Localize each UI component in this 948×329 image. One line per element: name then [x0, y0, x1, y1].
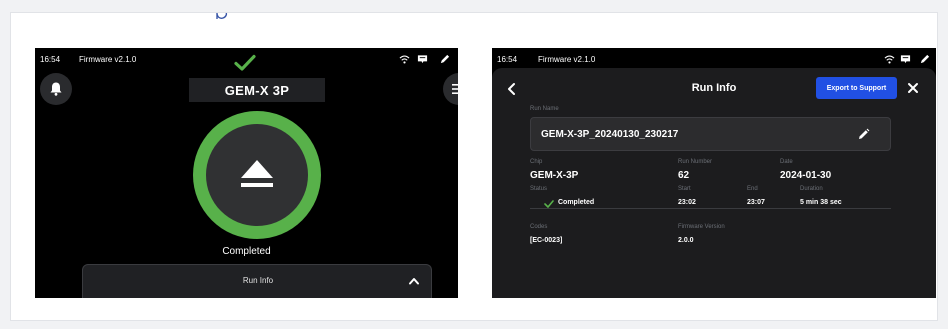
status-time: 16:54: [497, 55, 518, 64]
duration-label: Duration: [800, 186, 823, 192]
pen-nib-icon: [919, 54, 930, 65]
message-icon: [417, 54, 428, 65]
codes-label: Codes: [530, 224, 548, 230]
device-name: GEM-X 3P: [189, 78, 325, 102]
run-name-value: GEM-X-3P_20240130_230217: [541, 129, 679, 140]
codes-value: [EC-0023]: [530, 237, 563, 244]
date-value: 2024-01-30: [780, 170, 832, 181]
run-name-field[interactable]: GEM-X-3P_20240130_230217: [530, 117, 891, 151]
status-label: Status: [530, 186, 548, 192]
start-value: 23:02: [678, 199, 696, 206]
status-firmware: Firmware v2.1.0: [538, 55, 596, 64]
chip-value: GEM-X-3P: [530, 170, 579, 181]
status-firmware: Firmware v2.1.0: [79, 55, 137, 64]
device-screen-run-info: 16:54 Firmware v2.1.0 Run Info Export to…: [492, 48, 936, 298]
end-label: End: [747, 186, 758, 192]
checkmark-icon: [544, 200, 554, 208]
notifications-button[interactable]: [40, 73, 72, 105]
run-info-label: Run Info: [242, 276, 274, 285]
hamburger-menu-icon: [452, 84, 458, 94]
run-info-drawer[interactable]: Run Info: [82, 264, 432, 298]
cropped-text-fragment: [216, 13, 230, 19]
eject-icon: [241, 160, 273, 187]
start-label: Start: [678, 186, 691, 192]
menu-button[interactable]: [443, 73, 458, 105]
chip-label: Chip: [530, 159, 543, 165]
run-state-label: Completed: [222, 246, 271, 257]
firmware-version-label: Firmware Version: [678, 224, 725, 230]
chevron-up-icon: [408, 276, 420, 286]
run-name-label: Run Name: [530, 106, 559, 112]
bell-icon: [50, 82, 62, 96]
status-time: 16:54: [40, 55, 61, 64]
duration-value: 5 min 38 sec: [800, 199, 842, 206]
end-value: 23:07: [747, 199, 765, 206]
section-divider: [530, 208, 891, 209]
wifi-icon: [884, 54, 895, 65]
run-number-value: 62: [678, 170, 690, 181]
date-label: Date: [780, 159, 793, 165]
status-ring: [193, 111, 321, 239]
status-value: Completed: [558, 199, 595, 206]
run-info-panel: Run Info Export to Support Run Name GEM-…: [492, 68, 936, 298]
export-to-support-button[interactable]: Export to Support: [816, 77, 897, 99]
message-icon: [900, 54, 911, 65]
pen-nib-icon: [439, 54, 450, 65]
wifi-icon: [399, 54, 410, 65]
device-screen-main: 16:54 Firmware v2.1.0 GEM-X 3P Completed…: [35, 48, 458, 298]
firmware-version-value: 2.0.0: [678, 237, 694, 244]
pencil-icon[interactable]: [857, 128, 870, 141]
run-number-label: Run Number: [678, 159, 713, 165]
eject-button[interactable]: [206, 124, 308, 226]
checkmark-icon: [234, 54, 256, 72]
close-icon[interactable]: [907, 82, 919, 94]
